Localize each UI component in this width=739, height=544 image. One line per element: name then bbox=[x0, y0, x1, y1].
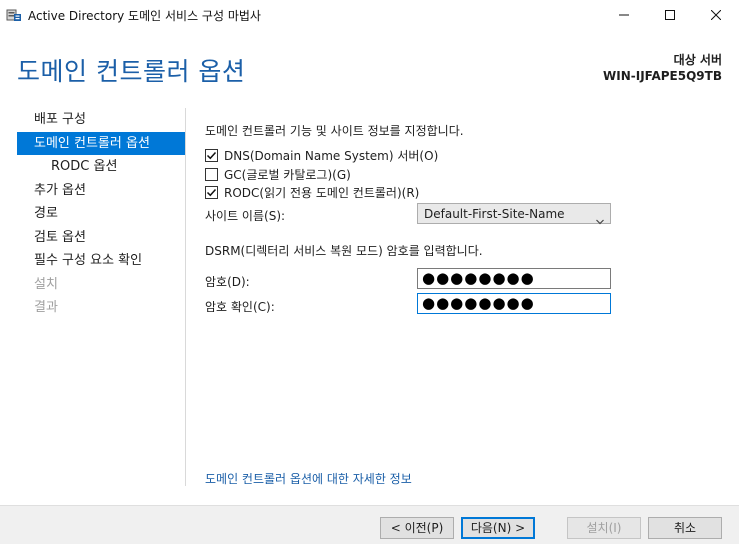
target-server-label: 대상 서버 bbox=[673, 53, 722, 67]
global-catalog-label: GC(글로벌 카탈로그)(G) bbox=[224, 167, 351, 182]
minimize-icon bbox=[619, 14, 629, 16]
target-server-name: WIN-IJFAPE5Q9TB bbox=[603, 69, 722, 83]
checkbox-checked-icon[interactable] bbox=[205, 148, 218, 162]
capabilities-heading: 도메인 컨트롤러 기능 및 사이트 정보를 지정합니다. bbox=[205, 124, 464, 138]
dns-server-checkbox[interactable]: DNS(Domain Name System) 서버(O) bbox=[205, 147, 438, 163]
site-name-dropdown[interactable]: Default-First-Site-Name bbox=[417, 203, 611, 225]
more-info-link[interactable]: 도메인 컨트롤러 옵션에 대한 자세한 정보 bbox=[205, 470, 412, 487]
site-name-value: Default-First-Site-Name bbox=[424, 207, 565, 221]
wizard-steps-sidebar: 배포 구성 도메인 컨트롤러 옵션 RODC 옵션 추가 옵션 경로 검토 옵션… bbox=[17, 108, 185, 320]
password-field[interactable]: ●●●●●●●● bbox=[417, 268, 611, 289]
cancel-button[interactable]: 취소 bbox=[648, 517, 722, 539]
title-bar: Active Directory 도메인 서비스 구성 마법사 bbox=[0, 0, 739, 30]
sidebar-item-review-options[interactable]: 검토 옵션 bbox=[17, 226, 185, 250]
confirm-password-field[interactable]: ●●●●●●●● bbox=[417, 293, 611, 314]
checkbox-checked-icon[interactable] bbox=[205, 185, 218, 199]
wizard-footer: < 이전(P) 다음(N) > 설치(I) 취소 bbox=[0, 505, 739, 544]
maximize-button[interactable] bbox=[647, 0, 693, 30]
dns-server-label: DNS(Domain Name System) 서버(O) bbox=[224, 148, 439, 163]
rodc-label: RODC(읽기 전용 도메인 컨트롤러)(R) bbox=[224, 185, 420, 200]
wizard-header: 도메인 컨트롤러 옵션 대상 서버 WIN-IJFAPE5Q9TB bbox=[0, 30, 739, 98]
sidebar-item-additional-options[interactable]: 추가 옵션 bbox=[17, 179, 185, 203]
password-label: 암호(D): bbox=[205, 275, 250, 289]
sidebar-item-paths[interactable]: 경로 bbox=[17, 202, 185, 226]
close-icon bbox=[711, 10, 721, 20]
dsrm-heading: DSRM(디렉터리 서비스 복원 모드) 암호를 입력합니다. bbox=[205, 244, 483, 258]
global-catalog-checkbox[interactable]: GC(글로벌 카탈로그)(G) bbox=[205, 166, 351, 182]
page-title: 도메인 컨트롤러 옵션 bbox=[17, 57, 246, 86]
minimize-button[interactable] bbox=[601, 0, 647, 30]
sidebar-item-prerequisites-check[interactable]: 필수 구성 요소 확인 bbox=[17, 249, 185, 273]
sidebar-item-installation: 설치 bbox=[34, 276, 58, 292]
install-button: 설치(I) bbox=[567, 517, 641, 539]
sidebar-item-deployment-config[interactable]: 배포 구성 bbox=[17, 108, 185, 132]
sidebar-divider bbox=[185, 108, 186, 486]
server-manager-icon bbox=[6, 7, 22, 23]
next-button[interactable]: 다음(N) > bbox=[461, 517, 535, 539]
sidebar-item-rodc-options[interactable]: RODC 옵션 bbox=[17, 155, 185, 179]
maximize-icon bbox=[665, 10, 675, 20]
rodc-checkbox[interactable]: RODC(읽기 전용 도메인 컨트롤러)(R) bbox=[205, 184, 419, 200]
close-button[interactable] bbox=[693, 0, 739, 30]
site-name-label: 사이트 이름(S): bbox=[205, 209, 286, 223]
checkbox-unchecked-icon[interactable] bbox=[205, 167, 218, 181]
sidebar-item-dc-options[interactable]: 도메인 컨트롤러 옵션 bbox=[17, 131, 185, 155]
sidebar-item-results: 결과 bbox=[34, 300, 58, 315]
confirm-password-label: 암호 확인(C): bbox=[205, 300, 275, 314]
previous-button[interactable]: < 이전(P) bbox=[380, 517, 454, 539]
window-title: Active Directory 도메인 서비스 구성 마법사 bbox=[28, 9, 261, 23]
chevron-down-icon bbox=[596, 210, 604, 229]
